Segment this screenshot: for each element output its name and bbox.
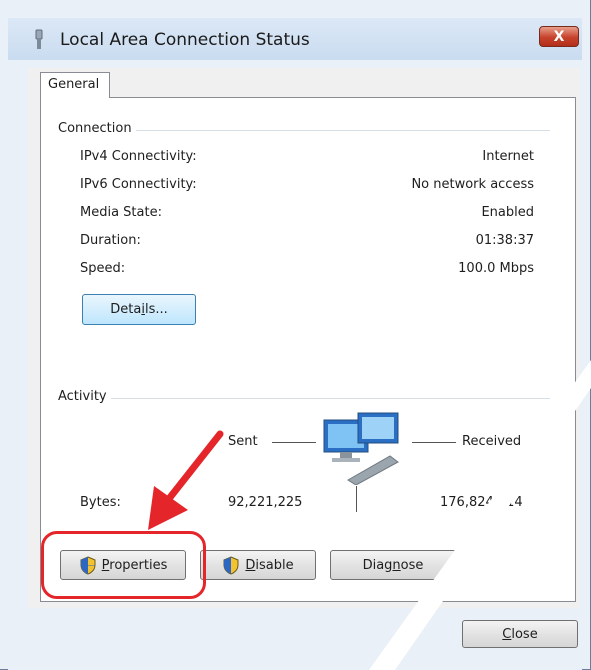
disable-button[interactable]: Disable (200, 550, 316, 580)
details-button-label: Details... (110, 302, 168, 317)
media-state-label: Media State: (80, 205, 162, 220)
duration-value: 01:38:37 (475, 233, 534, 248)
disable-button-label: Disable (245, 557, 294, 573)
bytes-sent-value: 92,221,225 (228, 495, 303, 510)
speed-label: Speed: (80, 261, 126, 276)
speed-value: 100.0 Mbps (458, 261, 534, 276)
connection-group-label: Connection (58, 121, 136, 136)
duration-label: Duration: (80, 233, 141, 248)
activity-group-label: Activity (58, 389, 111, 404)
uac-shield-icon (223, 555, 239, 575)
sent-label: Sent (228, 434, 258, 449)
ipv4-label: IPv4 Connectivity: (80, 149, 197, 164)
annotation-arrow-icon (148, 430, 224, 530)
ipv6-label: IPv6 Connectivity: (80, 177, 197, 192)
network-plug-icon (35, 29, 43, 49)
tab-general[interactable]: General (40, 72, 110, 98)
annotation-circle (41, 531, 206, 599)
sent-line (272, 442, 316, 443)
window-close-button[interactable]: X (539, 26, 579, 47)
bytes-label: Bytes: (80, 495, 121, 510)
watermark-diagonal-icon (369, 360, 591, 670)
details-button[interactable]: Details... (82, 294, 196, 325)
media-state-value: Enabled (481, 205, 534, 220)
window-title: Local Area Connection Status (60, 30, 310, 50)
ipv6-value: No network access (411, 177, 534, 192)
ipv4-value: Internet (482, 149, 534, 164)
